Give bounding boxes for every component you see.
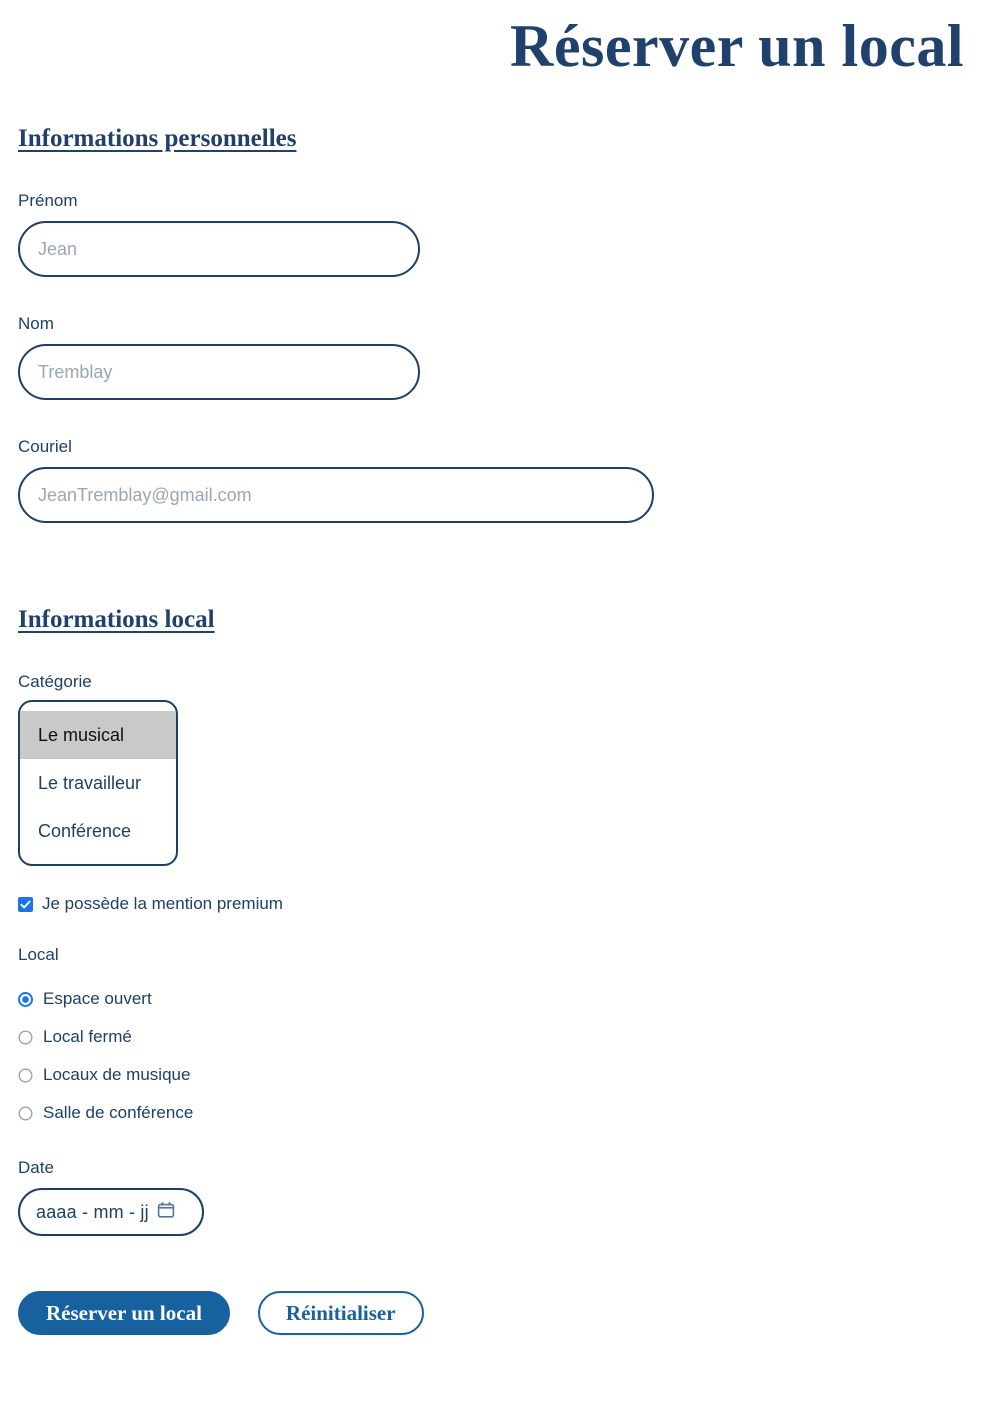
radio-unselected-icon[interactable] xyxy=(18,1067,33,1083)
category-option-le-travailleur[interactable]: Le travailleur xyxy=(20,759,176,807)
submit-button[interactable]: Réserver un local xyxy=(18,1291,230,1335)
premium-checkbox-row[interactable]: Je possède la mention premium xyxy=(18,893,964,915)
radio-unselected-icon[interactable] xyxy=(18,1105,33,1121)
date-placeholder-text[interactable]: aaaa - mm - jj xyxy=(36,1202,149,1223)
radio-unselected-icon[interactable] xyxy=(18,1029,33,1045)
category-option-conference[interactable]: Conférence xyxy=(20,807,176,855)
label-category: Catégorie xyxy=(18,672,92,691)
form-actions: Réserver un local Réinitialiser xyxy=(18,1291,964,1335)
section-heading-personal: Informations personnelles xyxy=(18,125,297,152)
radio-row-salle-de-conference[interactable]: Salle de conférence xyxy=(18,1094,964,1132)
radio-label-locaux-de-musique[interactable]: Locaux de musique xyxy=(43,1064,190,1086)
field-date: Date aaaa - mm - jj xyxy=(18,1157,964,1236)
field-room: Local Espace ouvert Local fermé Locaux d… xyxy=(18,944,964,1132)
room-radio-group: Espace ouvert Local fermé Locaux de musi… xyxy=(18,980,964,1132)
email-input[interactable] xyxy=(18,467,654,523)
reset-button[interactable]: Réinitialiser xyxy=(257,1291,424,1335)
category-listbox[interactable]: Le musical Le travailleur Conférence xyxy=(18,700,178,866)
section-heading-local: Informations local xyxy=(18,606,215,633)
radio-row-espace-ouvert[interactable]: Espace ouvert xyxy=(18,980,964,1018)
radio-selected-icon[interactable] xyxy=(18,991,33,1007)
checkbox-checked-icon[interactable] xyxy=(18,896,33,912)
radio-label-salle-de-conference[interactable]: Salle de conférence xyxy=(43,1102,193,1124)
field-category: Catégorie Le musical Le travailleur Conf… xyxy=(18,671,964,866)
label-date: Date xyxy=(18,1158,54,1177)
personal-section: Informations personnelles xyxy=(18,124,964,154)
page-title: Réserver un local xyxy=(510,13,964,79)
label-lastname: Nom xyxy=(18,314,54,333)
local-section: Informations local xyxy=(18,605,964,635)
radio-label-local-ferme[interactable]: Local fermé xyxy=(43,1026,132,1048)
lastname-input[interactable] xyxy=(18,344,420,400)
radio-row-locaux-de-musique[interactable]: Locaux de musique xyxy=(18,1056,964,1094)
label-firstname: Prénom xyxy=(18,191,78,210)
label-room: Local xyxy=(18,945,59,964)
field-firstname: Prénom xyxy=(18,190,964,277)
radio-row-local-ferme[interactable]: Local fermé xyxy=(18,1018,964,1056)
firstname-input[interactable] xyxy=(18,221,420,277)
field-email: Couriel xyxy=(18,436,964,523)
category-option-le-musical[interactable]: Le musical xyxy=(20,711,176,759)
date-input[interactable]: aaaa - mm - jj xyxy=(18,1188,204,1236)
radio-label-espace-ouvert[interactable]: Espace ouvert xyxy=(43,988,152,1010)
label-email: Couriel xyxy=(18,437,72,456)
booking-form-page: Réserver un local Informations personnel… xyxy=(0,0,982,1423)
field-lastname: Nom xyxy=(18,313,964,400)
calendar-icon[interactable] xyxy=(157,1201,175,1224)
premium-checkbox-label[interactable]: Je possède la mention premium xyxy=(42,893,283,915)
